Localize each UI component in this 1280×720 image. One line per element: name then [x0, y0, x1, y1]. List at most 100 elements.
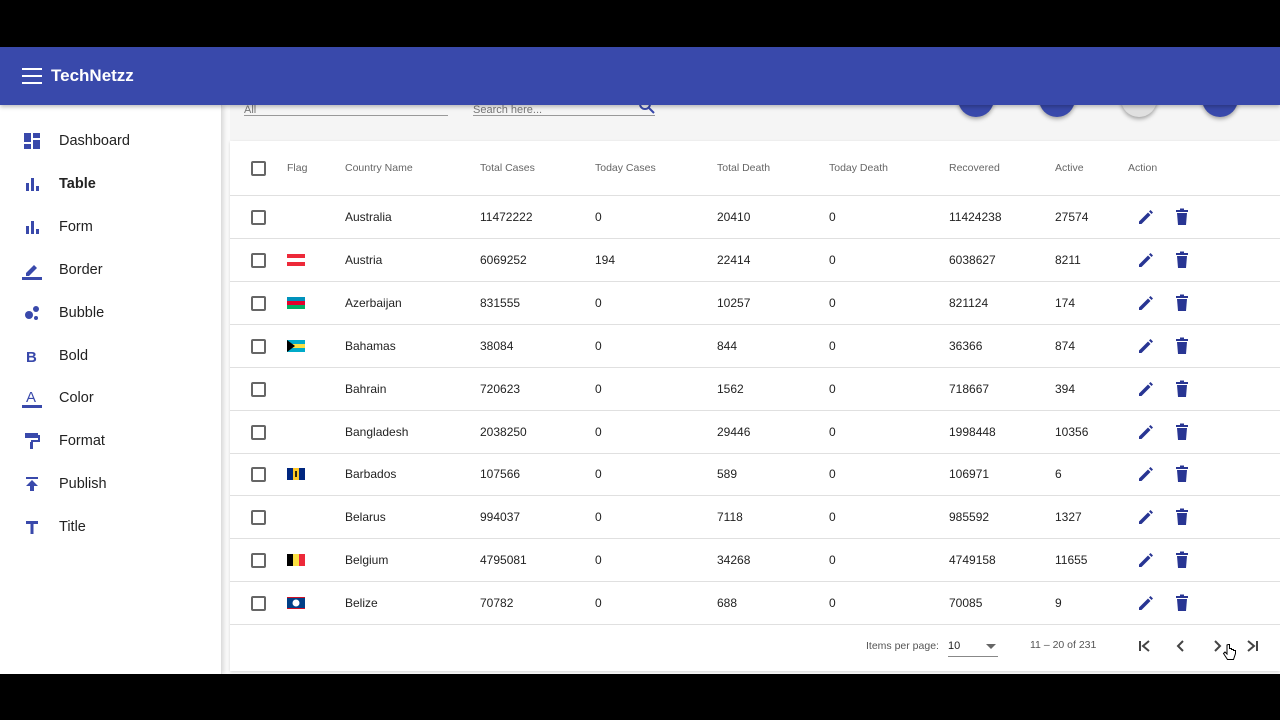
page-range-label: 11 – 20 of 231 [1030, 639, 1097, 651]
table-row[interactable]: Bangladesh 2038250 0 29446 0 1998448 10356 [230, 411, 1280, 454]
row-checkbox[interactable] [251, 424, 266, 440]
header-flag[interactable]: Flag [287, 141, 307, 195]
delete-icon[interactable] [1172, 507, 1192, 527]
belgium-flag-icon [287, 553, 305, 567]
first-page-icon[interactable] [1133, 634, 1157, 658]
search-input[interactable]: Search here... [473, 105, 655, 116]
cell-country: Belize [345, 596, 378, 611]
cell-active: 174 [1055, 295, 1076, 310]
sidebar-item-table[interactable]: Table [0, 164, 222, 204]
edit-icon[interactable] [1136, 379, 1156, 399]
sidebar-item-label: Bubble [59, 304, 105, 321]
table-row[interactable]: Austria 6069252 194 22414 0 6038627 8211 [230, 239, 1280, 282]
cell-today-death: 0 [829, 210, 836, 224]
edit-icon[interactable] [1136, 293, 1156, 313]
header-action[interactable]: Action [1128, 141, 1157, 195]
cell-active: 11655 [1055, 553, 1088, 568]
edit-icon[interactable] [1136, 207, 1156, 227]
delete-icon[interactable] [1172, 207, 1192, 227]
delete-icon[interactable] [1172, 336, 1192, 356]
sidebar-item-bubble[interactable]: Bubble [0, 293, 222, 333]
sidebar-item-border[interactable]: Border [0, 250, 222, 290]
edit-icon[interactable] [1136, 336, 1156, 356]
header-recovered[interactable]: Recovered [949, 141, 1000, 195]
header-today-death[interactable]: Today Death [829, 141, 888, 195]
delete-icon[interactable] [1172, 550, 1192, 570]
cell-today-death: 0 [829, 381, 836, 396]
app-window: TechNetzz Dashboard Table Form Border Bubble… [0, 47, 1280, 674]
sidebar-item-format[interactable]: Format [0, 421, 222, 461]
sidebar-item-color[interactable]: A Color [0, 378, 222, 418]
cell-total-cases: 2038250 [480, 424, 527, 439]
header-country-name[interactable]: Country Name [345, 141, 413, 195]
row-checkbox[interactable] [251, 252, 266, 268]
delete-icon[interactable] [1172, 379, 1192, 399]
cell-today-cases: 194 [595, 252, 616, 267]
table-row[interactable]: Australia 11472222 0 20410 0 11424238 27574 [230, 196, 1280, 239]
cell-total-cases: 6069252 [480, 252, 527, 267]
cell-recovered: 11424238 [949, 210, 1002, 224]
sidebar-item-bold[interactable]: B Bold [0, 336, 222, 376]
cell-today-cases: 0 [595, 210, 602, 224]
cell-recovered: 4749158 [949, 553, 996, 568]
header-total-cases[interactable]: Total Cases [480, 141, 535, 195]
header-active[interactable]: Active [1055, 141, 1084, 195]
edit-icon[interactable] [1136, 507, 1156, 527]
header-today-cases[interactable]: Today Cases [595, 141, 656, 195]
sidebar-item-label: Bold [59, 347, 89, 364]
sidebar-item-dashboard[interactable]: Dashboard [0, 121, 222, 161]
select-all-checkbox[interactable] [251, 161, 266, 176]
edit-icon[interactable] [1136, 464, 1156, 484]
row-checkbox[interactable] [251, 295, 266, 311]
previous-page-icon[interactable] [1169, 634, 1193, 658]
row-checkbox[interactable] [251, 381, 266, 397]
cell-today-death: 0 [829, 338, 836, 353]
row-checkbox[interactable] [251, 338, 266, 354]
cell-country: Bangladesh [345, 424, 409, 439]
cell-country: Azerbaijan [345, 295, 402, 310]
table-row[interactable]: Bahrain 720623 0 1562 0 718667 394 [230, 368, 1280, 411]
app-title: TechNetzz [51, 66, 134, 85]
cell-total-death: 844 [717, 338, 738, 353]
delete-icon[interactable] [1172, 293, 1192, 313]
edit-icon[interactable] [1136, 593, 1156, 613]
table-row[interactable]: Azerbaijan 831555 0 10257 0 821124 174 [230, 282, 1280, 325]
page-size-select[interactable]: 10 [948, 635, 998, 657]
last-page-icon[interactable] [1240, 634, 1264, 658]
filter-select[interactable]: All [244, 105, 448, 116]
format-paint-icon [22, 431, 42, 451]
hand-cursor-icon [1222, 644, 1236, 660]
cell-today-cases: 0 [595, 467, 602, 482]
header-total-death[interactable]: Total Death [717, 141, 770, 195]
menu-icon[interactable] [22, 68, 42, 84]
table-row[interactable]: Barbados 107566 0 589 0 106971 6 [230, 453, 1280, 497]
cell-active: 874 [1055, 338, 1076, 353]
delete-icon[interactable] [1172, 250, 1192, 270]
cell-today-cases: 0 [595, 381, 602, 396]
edit-icon[interactable] [1136, 250, 1156, 270]
table-row[interactable]: Belgium 4795081 0 34268 0 4749158 11655 [230, 539, 1280, 583]
row-checkbox[interactable] [251, 510, 266, 526]
sidebar-item-title[interactable]: Title [0, 507, 222, 547]
table-row[interactable]: Bahamas 38084 0 844 0 36366 874 [230, 325, 1280, 368]
cell-recovered: 821124 [949, 295, 989, 310]
cell-today-cases: 0 [595, 510, 602, 525]
row-checkbox[interactable] [251, 596, 266, 612]
data-table: Items per page: 10 11 – 20 of 231 Flag C… [230, 141, 1280, 671]
sidebar-item-form[interactable]: Form [0, 207, 222, 247]
cell-country: Belgium [345, 553, 389, 568]
table-row[interactable]: Belarus 994037 0 7118 0 985592 1327 [230, 496, 1280, 540]
delete-icon[interactable] [1172, 593, 1192, 613]
cell-total-cases: 11472222 [480, 210, 533, 224]
edit-icon[interactable] [1136, 422, 1156, 442]
delete-icon[interactable] [1172, 464, 1192, 484]
row-checkbox[interactable] [251, 553, 266, 569]
sidebar-item-publish[interactable]: Publish [0, 464, 222, 504]
delete-icon[interactable] [1172, 422, 1192, 442]
row-checkbox[interactable] [251, 210, 266, 225]
cell-total-death: 7118 [717, 510, 743, 525]
edit-icon[interactable] [1136, 550, 1156, 570]
row-checkbox[interactable] [251, 467, 266, 483]
cell-total-cases: 70782 [480, 596, 514, 611]
table-row[interactable]: Belize 70782 0 688 0 70085 9 [230, 582, 1280, 626]
